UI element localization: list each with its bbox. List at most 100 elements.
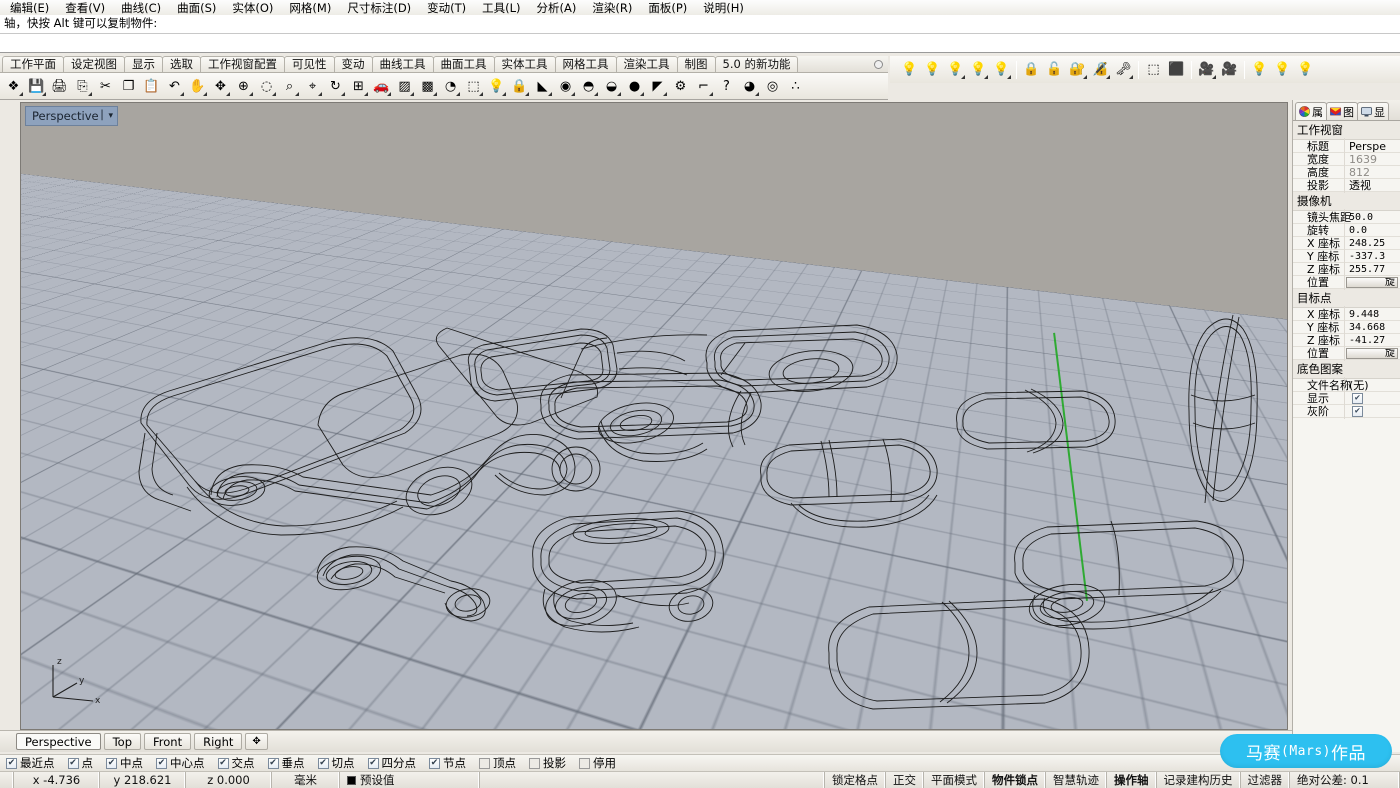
- status-current-layer[interactable]: 预设值: [340, 772, 480, 788]
- flyout-arrow-icon[interactable]: [594, 91, 598, 96]
- render-blue-sphere-icon[interactable]: ◕: [739, 76, 760, 97]
- particles-icon[interactable]: ∴: [785, 76, 806, 97]
- properties-row-value[interactable]: 34.668: [1345, 322, 1400, 333]
- copy-icon[interactable]: ❐: [118, 76, 139, 97]
- panel-tab-layers[interactable]: 图: [1326, 102, 1358, 120]
- flyout-arrow-icon[interactable]: [88, 91, 92, 96]
- flyout-arrow-icon[interactable]: [42, 91, 46, 96]
- zoom-selected-icon[interactable]: ◌: [256, 76, 277, 97]
- flyout-arrow-icon[interactable]: [502, 91, 506, 96]
- move-arrows-icon[interactable]: ✥: [210, 76, 231, 97]
- light-off-icon[interactable]: 💡: [899, 59, 920, 80]
- flyout-arrow-icon[interactable]: [410, 91, 414, 96]
- flyout-arrow-icon[interactable]: [1212, 75, 1216, 79]
- viewport-tab-front[interactable]: Front: [144, 733, 192, 750]
- paste-icon[interactable]: 📋: [141, 76, 162, 97]
- flyout-arrow-icon[interactable]: [341, 91, 345, 96]
- properties-place-button[interactable]: 旋: [1346, 276, 1398, 288]
- toolbar-tab-whatsnew[interactable]: 5.0 的新功能: [714, 56, 799, 72]
- flyout-arrow-icon[interactable]: [548, 91, 552, 96]
- render-preview-icon[interactable]: ▨: [394, 76, 415, 97]
- status-toggle-gridsnap[interactable]: 锁定格点: [825, 772, 886, 788]
- flyout-arrow-icon[interactable]: [1007, 75, 1011, 79]
- properties-row-value[interactable]: Perspe: [1345, 140, 1400, 153]
- properties-row-value[interactable]: -337.3: [1345, 251, 1400, 262]
- panel-tab-display[interactable]: 显: [1357, 102, 1389, 120]
- lock-icon[interactable]: 🔒: [509, 76, 530, 97]
- zoom-window-icon[interactable]: ⌕: [279, 76, 300, 97]
- flyout-arrow-icon[interactable]: [180, 91, 184, 96]
- menu-item-mesh[interactable]: 网格(M): [281, 1, 339, 15]
- menu-item-view[interactable]: 查看(V): [57, 1, 113, 15]
- menu-item-render[interactable]: 渲染(R): [584, 1, 640, 15]
- viewport-tab-top[interactable]: Top: [103, 733, 142, 750]
- color-wheel-icon[interactable]: ◉: [555, 76, 576, 97]
- properties-place-button[interactable]: 旋: [1346, 347, 1398, 359]
- zoom-in-icon[interactable]: ⊕: [233, 76, 254, 97]
- flyout-arrow-icon[interactable]: [479, 91, 483, 96]
- osnap-checkbox-10[interactable]: ✔: [529, 757, 540, 769]
- control-points-off-icon[interactable]: ⬛: [1166, 59, 1187, 80]
- flyout-arrow-icon[interactable]: [295, 91, 299, 96]
- render-props-icon[interactable]: ▩: [417, 76, 438, 97]
- osnap-item-9[interactable]: ✔顶点: [479, 755, 516, 771]
- toolbar-tab-setview[interactable]: 设定视图: [63, 56, 125, 72]
- layer-color-swatch[interactable]: [347, 775, 356, 785]
- properties-row-value[interactable]: -41.27: [1345, 335, 1400, 346]
- properties-row-value[interactable]: 50.0: [1345, 212, 1400, 223]
- lock-open-icon[interactable]: 🔓: [1044, 59, 1065, 80]
- flyout-arrow-icon[interactable]: [525, 91, 529, 96]
- zoom-extents-icon[interactable]: ⌖: [302, 76, 323, 97]
- osnap-checkbox-9[interactable]: ✔: [479, 757, 490, 769]
- flyout-arrow-icon[interactable]: [203, 91, 207, 96]
- menu-item-surface[interactable]: 曲面(S): [169, 1, 224, 15]
- properties-checkbox[interactable]: ✔: [1352, 405, 1363, 417]
- flyout-arrow-icon[interactable]: [249, 91, 253, 96]
- flyout-arrow-icon[interactable]: [226, 91, 230, 96]
- status-toggle-ortho[interactable]: 正交: [886, 772, 924, 788]
- status-toggle-smarttrack[interactable]: 智慧轨迹: [1046, 772, 1107, 788]
- osnap-item-2[interactable]: ✔ 中点: [106, 755, 143, 771]
- osnap-item-11[interactable]: ✔停用: [579, 755, 616, 771]
- osnap-item-7[interactable]: ✔ 四分点: [367, 755, 416, 771]
- flyout-arrow-icon[interactable]: [1106, 75, 1110, 79]
- scissors-cut-icon[interactable]: ✂: [95, 76, 116, 97]
- analyze-circle-icon[interactable]: ◔: [440, 76, 461, 97]
- toolbar-tab-surftools[interactable]: 曲面工具: [432, 56, 495, 72]
- osnap-item-6[interactable]: ✔ 切点: [317, 755, 355, 771]
- osnap-checkbox-3[interactable]: ✔: [156, 757, 167, 769]
- lock-yellow-icon[interactable]: 🔐: [1067, 59, 1088, 80]
- light-dim-2-icon[interactable]: 💡: [1272, 59, 1293, 80]
- light-on-icon[interactable]: 💡: [922, 59, 943, 80]
- properties-checkbox[interactable]: ✔: [1352, 392, 1363, 404]
- flyout-arrow-icon[interactable]: [272, 91, 276, 96]
- toolbar-tab-viewlayout[interactable]: 工作视窗配置: [200, 56, 285, 72]
- toolbar-tab-overflow[interactable]: [866, 56, 890, 73]
- osnap-checkbox-7[interactable]: ✔: [367, 757, 379, 769]
- flyout-arrow-icon[interactable]: [640, 91, 644, 96]
- camera-hide-icon[interactable]: 🎥: [1219, 59, 1240, 80]
- viewport-tab-add-icon[interactable]: ✥: [245, 733, 268, 750]
- control-points-on-icon[interactable]: ⬚: [1143, 59, 1164, 80]
- toolbar-tab-solidtools[interactable]: 实体工具: [493, 56, 556, 72]
- properties-row-value[interactable]: 248.25: [1345, 238, 1400, 249]
- properties-row-value[interactable]: 透视: [1345, 177, 1400, 193]
- ghost-sphere-icon[interactable]: ◒: [601, 76, 622, 97]
- toolbar-tab-rendertools[interactable]: 渲染工具: [615, 56, 678, 72]
- flyout-arrow-icon[interactable]: [617, 91, 621, 96]
- flyout-arrow-icon[interactable]: [663, 91, 667, 96]
- render-sphere-icon[interactable]: ●: [624, 76, 645, 97]
- flyout-arrow-icon[interactable]: [1083, 75, 1087, 79]
- toolbar-tab-meshtools[interactable]: 网格工具: [554, 56, 617, 72]
- render-car-icon[interactable]: 🚗: [371, 76, 392, 97]
- toolbar-options-icon[interactable]: [873, 60, 883, 69]
- status-toggle-history[interactable]: 记录建构历史: [1157, 772, 1241, 788]
- status-toggle-filter[interactable]: 过滤器: [1241, 772, 1290, 788]
- osnap-checkbox-4[interactable]: ✔: [217, 757, 229, 769]
- toolbar-tab-select[interactable]: 选取: [162, 56, 201, 72]
- menu-item-panels[interactable]: 面板(P): [640, 1, 695, 15]
- flyout-arrow-icon[interactable]: [456, 91, 460, 96]
- properties-row-value[interactable]: 0.0: [1345, 225, 1400, 236]
- lock-pair-icon[interactable]: 🗝: [1113, 59, 1134, 80]
- grid-icon[interactable]: ⊞: [348, 76, 369, 97]
